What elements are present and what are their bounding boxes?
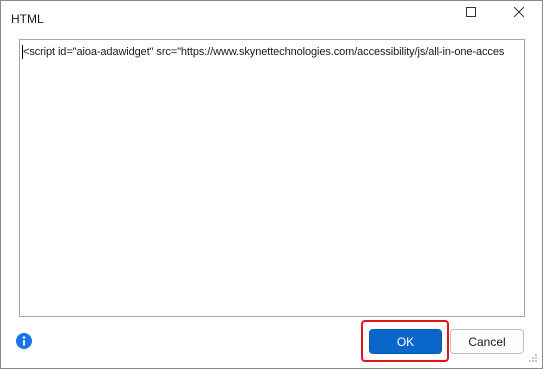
- dialog-title: HTML: [11, 12, 44, 26]
- html-dialog: HTML <script id="aioa-adawidget" src="ht…: [0, 0, 543, 369]
- close-icon: [514, 7, 524, 17]
- resize-grip-icon[interactable]: [528, 353, 538, 363]
- maximize-icon: [466, 7, 476, 17]
- html-editor-text[interactable]: <script id="aioa-adawidget" src="https:/…: [23, 46, 504, 58]
- ok-button[interactable]: OK: [369, 329, 442, 354]
- cancel-button[interactable]: Cancel: [450, 329, 524, 354]
- html-editor[interactable]: <script id="aioa-adawidget" src="https:/…: [19, 39, 525, 317]
- close-button[interactable]: [496, 1, 542, 23]
- maximize-button[interactable]: [448, 1, 494, 23]
- info-icon[interactable]: [16, 333, 32, 349]
- title-bar: HTML: [1, 1, 542, 35]
